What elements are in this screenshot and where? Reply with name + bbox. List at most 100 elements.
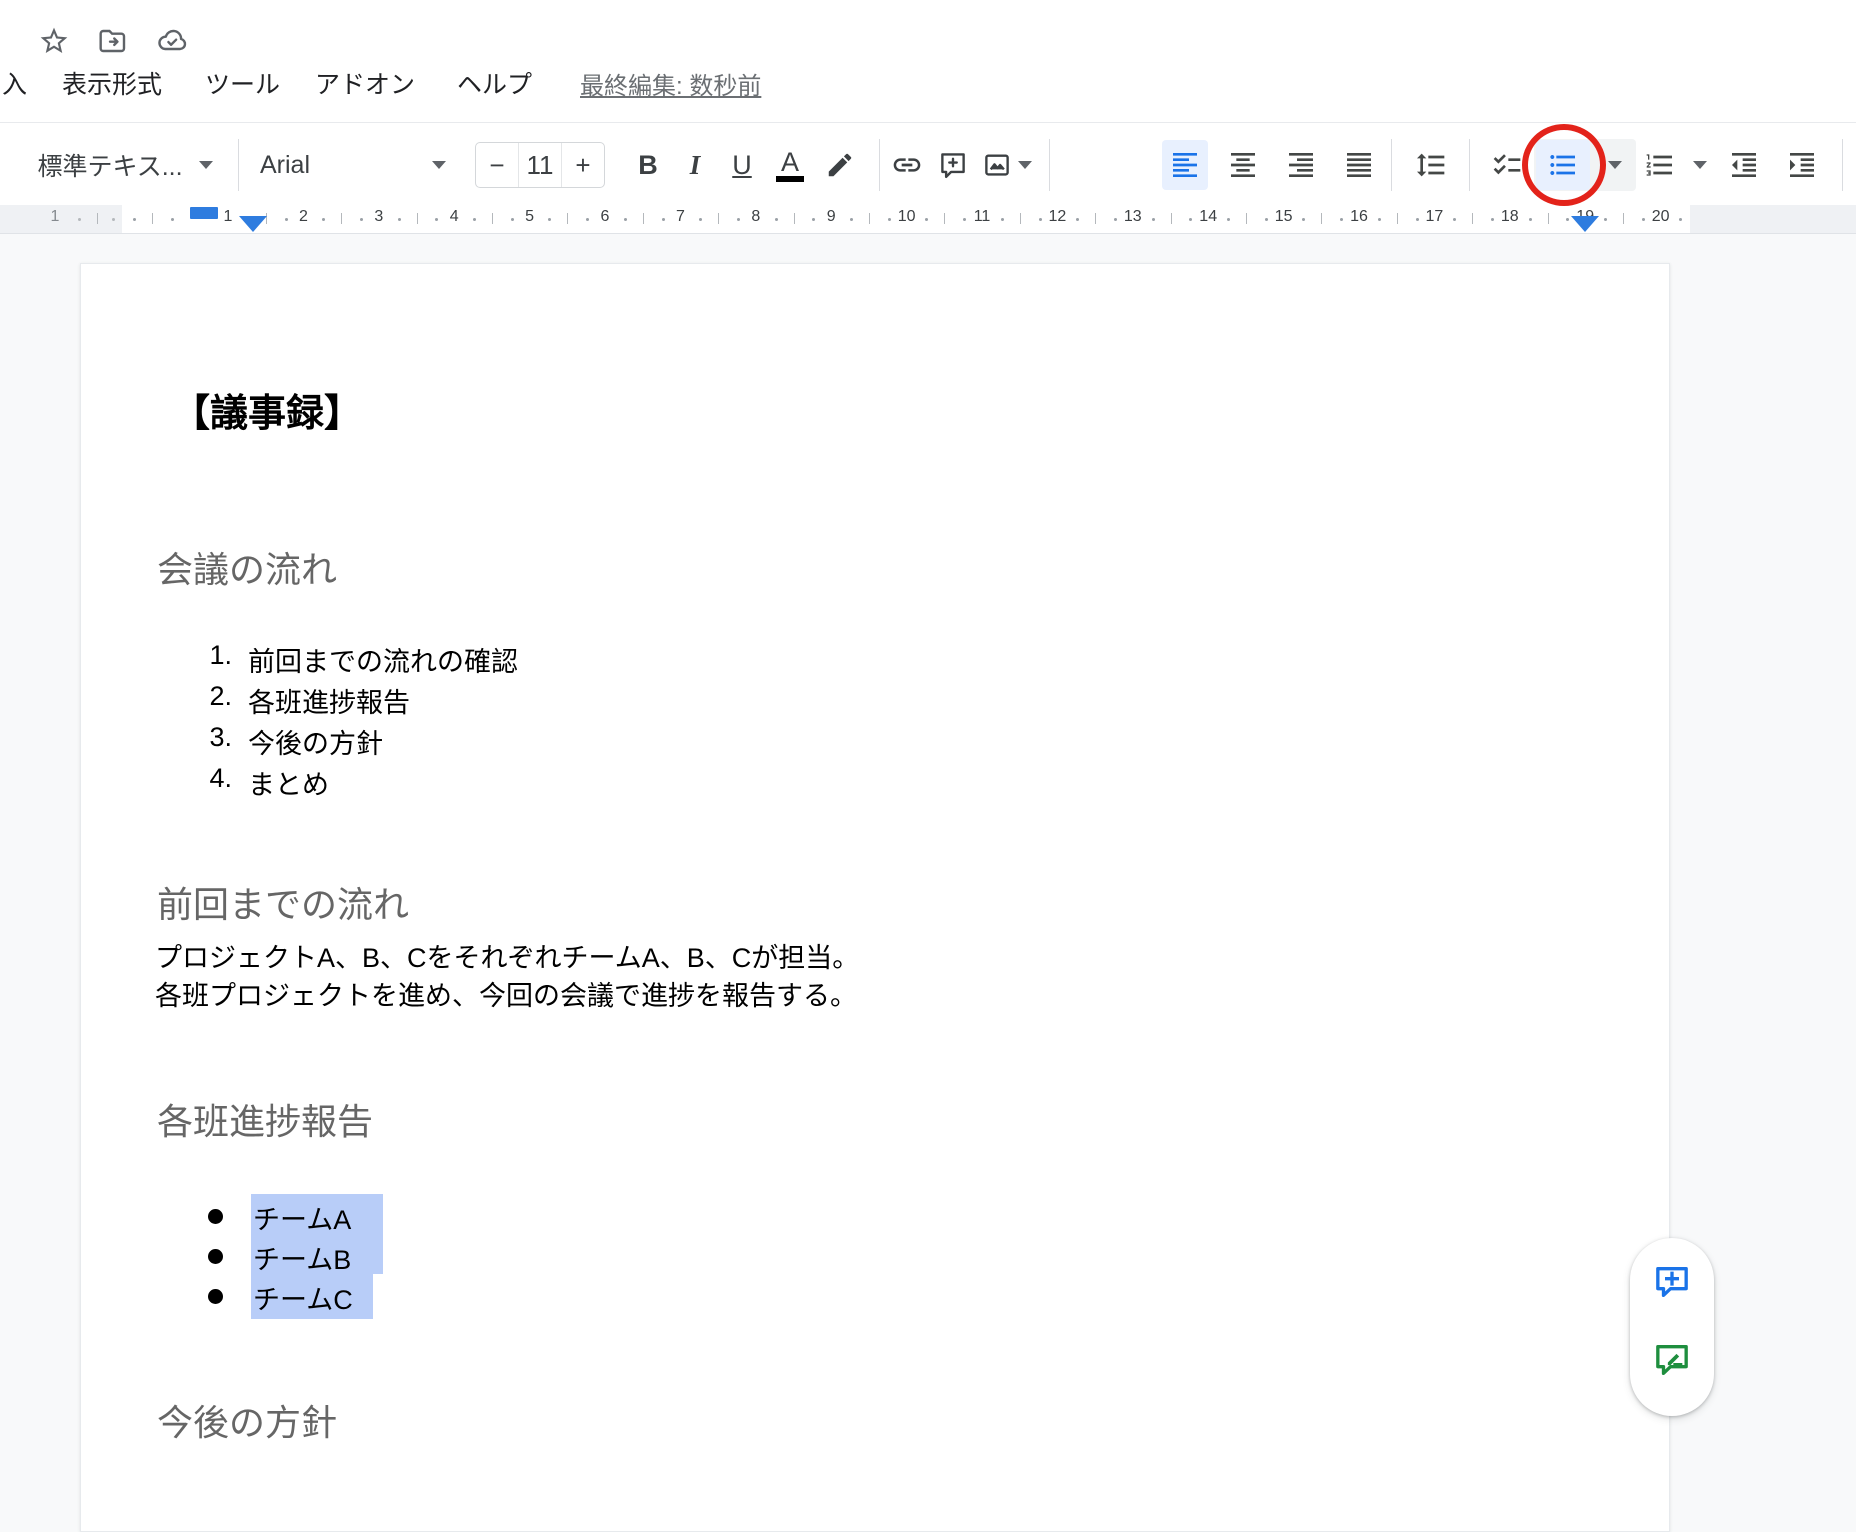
align-justify-button[interactable]: [1336, 139, 1382, 191]
ruler-tick: [1378, 218, 1381, 221]
ruler-tick: [1491, 218, 1494, 221]
menu-item-insert-partial[interactable]: 入: [2, 66, 27, 100]
ruler-tick: [341, 213, 342, 224]
text-color-button[interactable]: A: [767, 139, 813, 191]
align-left-button[interactable]: [1162, 139, 1208, 191]
ruler-tick: [398, 218, 401, 221]
decrease-indent-button[interactable]: [1721, 139, 1767, 191]
ruler-tick: [775, 218, 778, 221]
ruler-tick: [133, 218, 136, 221]
ruler[interactable]: 1 1234567891011121314151617181920: [0, 205, 1856, 234]
doc-paragraph-line2[interactable]: 各班プロジェクトを進め、今回の会議で進捗を報告する。: [155, 974, 857, 1013]
google-docs-window: 入 表示形式 ツール アドオン ヘルプ 最終編集: 数秒前 標準テキス... A…: [0, 0, 1856, 1532]
menu-item-format[interactable]: 表示形式: [62, 66, 162, 100]
font-size-increase-button[interactable]: +: [561, 143, 604, 187]
ruler-tick: [794, 213, 795, 224]
ruler-tick: [1472, 213, 1473, 224]
ruler-tick: [1566, 218, 1569, 221]
bulleted-list-button[interactable]: [1540, 139, 1586, 191]
ruler-tick: [1416, 218, 1419, 221]
ruler-tick: [643, 213, 644, 224]
line-spacing-button[interactable]: [1408, 139, 1454, 191]
add-comment-button[interactable]: [930, 139, 976, 191]
menu-item-tools[interactable]: ツール: [205, 66, 280, 100]
doc-heading-progress-report[interactable]: 各班進捗報告: [157, 1093, 373, 1145]
cloud-saved-icon[interactable]: [155, 24, 189, 58]
comment-plus-icon: [938, 150, 968, 180]
increase-indent-button[interactable]: [1779, 139, 1825, 191]
ruler-number: 17: [1425, 208, 1443, 226]
ruler-tick: [1189, 218, 1192, 221]
ordered-list-item[interactable]: 今後の方針: [248, 722, 383, 761]
ruler-tick: [1076, 218, 1079, 221]
ruler-tick: [417, 213, 418, 224]
numbered-list-button[interactable]: [1637, 139, 1683, 191]
ruler-number: 15: [1275, 208, 1293, 226]
doc-heading-meeting-flow[interactable]: 会議の流れ: [157, 541, 337, 593]
italic-button[interactable]: I: [672, 139, 718, 191]
star-icon[interactable]: [37, 24, 71, 58]
ruler-tick: [473, 218, 476, 221]
bold-button[interactable]: B: [625, 139, 671, 191]
toolbar-separator: [1842, 139, 1843, 191]
first-line-indent-marker[interactable]: [190, 207, 218, 219]
ruler-tick: [586, 218, 589, 221]
ruler-tick: [1679, 218, 1682, 221]
add-comment-float-button[interactable]: [1652, 1262, 1692, 1302]
font-size-decrease-button[interactable]: −: [476, 143, 518, 187]
ruler-number: 16: [1350, 208, 1368, 226]
bullet-list-item[interactable]: チームA: [253, 1198, 351, 1237]
ruler-number: 20: [1652, 208, 1670, 226]
comment-plus-icon: [1652, 1262, 1692, 1302]
menu-item-help[interactable]: ヘルプ: [457, 66, 532, 100]
align-left-icon: [1169, 149, 1201, 181]
ordered-list-item[interactable]: 各班進捗報告: [248, 681, 410, 720]
bulleted-list-icon: [1547, 149, 1579, 181]
ordered-list-item[interactable]: 前回までの流れの確認: [248, 640, 518, 679]
ruler-tick: [1340, 218, 1343, 221]
ruler-tick: [152, 213, 153, 224]
paragraph-style-dropdown[interactable]: 標準テキス...: [30, 139, 220, 191]
align-center-button[interactable]: [1220, 139, 1266, 191]
bullet-list-item[interactable]: チームB: [253, 1238, 351, 1277]
checklist-button[interactable]: [1484, 139, 1530, 191]
menu-item-addons[interactable]: アドオン: [315, 66, 415, 100]
ruler-number: 5: [525, 208, 534, 226]
toolbar-separator: [1391, 139, 1392, 191]
doc-heading-previous-flow[interactable]: 前回までの流れ: [157, 876, 409, 928]
text-color-label: A: [781, 148, 799, 176]
ruler-tick: [1548, 213, 1549, 224]
ordered-list-item[interactable]: まとめ: [248, 763, 329, 802]
ruler-tick: [435, 218, 438, 221]
underline-button[interactable]: U: [719, 139, 765, 191]
bullet-dot: [208, 1289, 223, 1304]
right-indent-marker[interactable]: [1571, 216, 1599, 232]
left-indent-marker[interactable]: [239, 216, 267, 232]
suggest-edits-float-button[interactable]: [1652, 1340, 1692, 1380]
ruler-tick: [925, 218, 928, 221]
insert-link-button[interactable]: [884, 139, 930, 191]
font-family-dropdown[interactable]: Arial: [252, 139, 452, 191]
numbered-list-dropdown[interactable]: [1683, 139, 1717, 191]
last-edit-link[interactable]: 最終編集: 数秒前: [580, 66, 761, 100]
ruler-tick: [1246, 213, 1247, 224]
bullet-list-item[interactable]: チームC: [253, 1278, 353, 1317]
align-justify-icon: [1343, 149, 1375, 181]
chevron-down-icon: [199, 161, 213, 169]
ruler-tick: [718, 213, 719, 224]
align-right-button[interactable]: [1278, 139, 1324, 191]
doc-heading-future-policy[interactable]: 今後の方針: [157, 1394, 337, 1446]
highlight-color-button[interactable]: [817, 139, 863, 191]
font-size-value[interactable]: 11: [518, 143, 561, 187]
insert-image-button[interactable]: [974, 139, 1040, 191]
bullet-dot: [208, 1249, 223, 1264]
move-to-folder-icon[interactable]: [95, 24, 129, 58]
bold-label: B: [638, 150, 658, 181]
bulleted-list-dropdown[interactable]: [1598, 139, 1632, 191]
ruler-tick: [1642, 218, 1645, 221]
ruler-tick: [1265, 218, 1268, 221]
font-size-group: − 11 +: [475, 142, 605, 188]
floating-action-pill: [1630, 1238, 1714, 1416]
doc-paragraph-line1[interactable]: プロジェクトA、B、CをそれぞれチームA、B、Cが担当。: [155, 936, 859, 975]
doc-title[interactable]: 【議事録】: [172, 382, 362, 437]
